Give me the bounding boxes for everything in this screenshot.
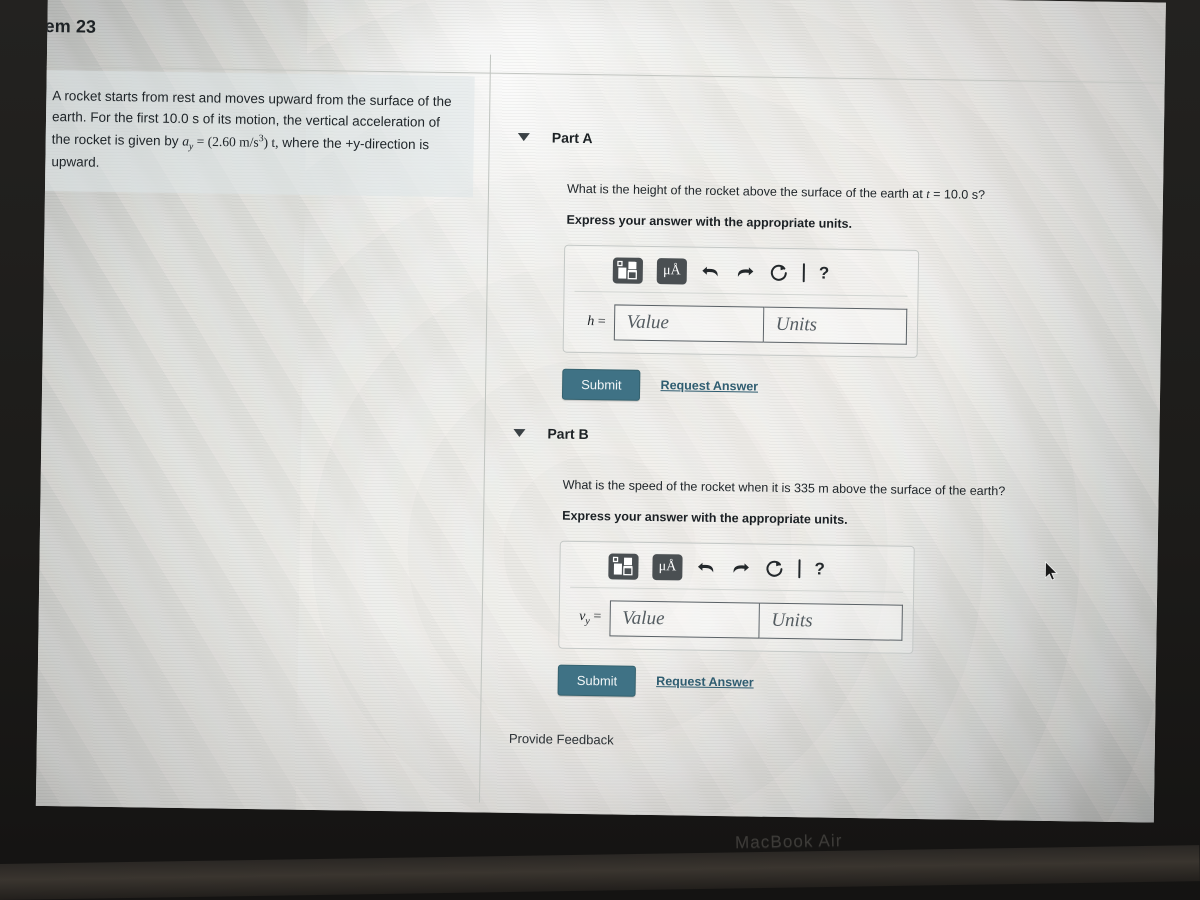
problem-statement: A rocket starts from rest and moves upwa… [35, 69, 475, 198]
part-a-answer-widget: μÅ ? h = Value Units [562, 244, 920, 358]
acceleration-expression: (2.60 m/s [207, 133, 259, 150]
help-icon[interactable]: ? [814, 560, 825, 579]
part-b-header[interactable]: Part B [513, 425, 1133, 450]
macbook-air-label: MacBook Air [734, 830, 843, 853]
mouse-cursor [1044, 560, 1060, 583]
webpage-content: Item 23 A rocket starts from rest and mo… [35, 0, 1166, 822]
math-template-icon[interactable] [612, 257, 644, 284]
part-b-submit-button[interactable]: Submit [557, 664, 637, 697]
part-a-question-suffix: = 10.0 s? [929, 187, 986, 202]
keyboard-icon[interactable] [802, 262, 805, 283]
provide-feedback-link[interactable]: Provide Feedback [509, 731, 614, 748]
reset-icon[interactable] [764, 558, 784, 578]
part-b-label: Part B [547, 425, 589, 443]
part-a-header[interactable]: Part A [517, 129, 1138, 154]
part-a-submit-button[interactable]: Submit [561, 368, 641, 401]
bezel-bottom-lip [0, 845, 1200, 900]
part-b-variable-label: vy = [579, 608, 602, 627]
part-a-units-input[interactable]: Units [763, 306, 908, 345]
part-b-request-answer-link[interactable]: Request Answer [656, 674, 754, 689]
part-a-question-text: What is the height of the rocket above t… [566, 181, 927, 202]
part-b-toolbar: μÅ ? [570, 549, 904, 593]
part-b-field-row: vy = Value Units [569, 600, 903, 641]
chevron-down-icon[interactable] [513, 428, 526, 438]
help-icon[interactable]: ? [819, 264, 830, 283]
math-template-icon[interactable] [608, 553, 639, 580]
undo-icon[interactable] [701, 261, 721, 281]
part-b-actions: Submit Request Answer [557, 664, 1130, 703]
chevron-down-icon[interactable] [517, 132, 530, 142]
part-a-toolbar: μÅ ? [574, 253, 909, 297]
part-b-block: Part B What is the speed of the rocket w… [510, 425, 1134, 704]
part-a-actions: Submit Request Answer [561, 368, 1134, 407]
units-micro-angstrom-icon[interactable]: μÅ [652, 553, 683, 581]
part-a-request-answer-link[interactable]: Request Answer [661, 378, 759, 393]
part-a-label: Part A [551, 129, 593, 147]
part-a-question: What is the height of the rocket above t… [567, 180, 1137, 207]
equals-sign: = [193, 133, 208, 149]
laptop-screen: Item 23 A rocket starts from rest and mo… [35, 0, 1166, 823]
part-b-units-input[interactable]: Units [759, 602, 903, 641]
part-a-instruction: Express your answer with the appropriate… [566, 212, 853, 231]
part-b-question: What is the speed of the rocket when it … [563, 476, 1133, 503]
part-b-question-text: What is the speed of the rocket when it … [562, 477, 1006, 499]
reset-icon[interactable] [769, 262, 789, 282]
part-b-answer-widget: μÅ ? vy = Value Units [558, 540, 915, 654]
problem-line-1: A rocket starts from rest and moves upwa… [52, 88, 430, 109]
part-a-field-row: h = Value Units [574, 304, 908, 345]
redo-icon[interactable] [735, 262, 755, 282]
part-b-instruction: Express your answer with the appropriate… [562, 508, 848, 527]
part-a-value-input[interactable]: Value [613, 304, 765, 343]
vertical-divider [478, 54, 492, 803]
undo-icon[interactable] [696, 557, 716, 577]
part-a-block: Part A What is the height of the rocket … [514, 129, 1138, 408]
part-b-value-input[interactable]: Value [608, 600, 760, 639]
expression-tail: ) t, [263, 134, 279, 150]
part-a-variable-label: h = [587, 313, 606, 330]
keyboard-icon[interactable] [798, 558, 801, 578]
units-micro-angstrom-icon[interactable]: μÅ [656, 257, 688, 285]
redo-icon[interactable] [730, 558, 750, 578]
